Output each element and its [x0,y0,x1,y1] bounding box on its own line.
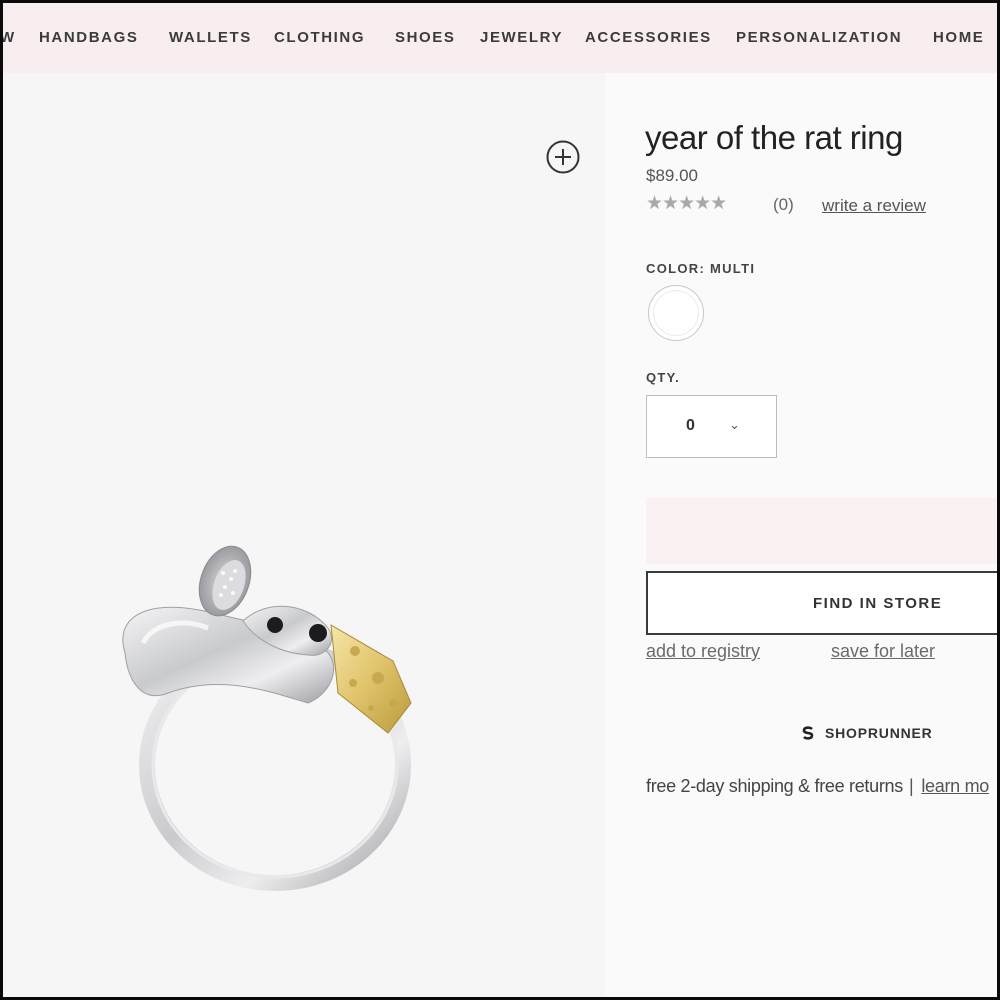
shoprunner-logo[interactable]: SHOPRUNNER [801,725,933,741]
nav-item-wallets[interactable]: WALLETS [169,29,252,46]
product-price: $89.00 [646,166,698,185]
nav-item-accessories[interactable]: ACCESSORIES [585,29,712,46]
nav-item-handbags[interactable]: HANDBAGS [39,29,138,46]
swatch-inner [653,290,699,336]
nav-item-new[interactable]: W [3,29,16,46]
nav-item-home[interactable]: HOME [933,29,984,46]
shipping-separator: | [908,776,914,796]
add-to-registry-link[interactable]: add to registry [646,641,760,662]
nav-item-jewelry[interactable]: JEWELRY [480,29,563,46]
nav-item-shoes[interactable]: SHOES [395,29,456,46]
chevron-down-icon: ⌄ [729,417,740,432]
nav-item-clothing[interactable]: CLOTHING [274,29,365,46]
color-label: COLOR: MULTI [646,261,756,276]
product-title: year of the rat ring [645,119,903,156]
shipping-info: free 2-day shipping & free returns | learn… [646,776,989,797]
quantity-select[interactable]: 0 ⌄ [646,395,777,458]
shoprunner-label: SHOPRUNNER [825,725,933,741]
nav-item-personalization[interactable]: PERSONALIZATION [736,29,902,46]
page-frame: W HANDBAGS WALLETS CLOTHING SHOES JEWELR… [3,3,997,997]
learn-more-link[interactable]: learn mo [921,776,989,796]
color-swatch-multi[interactable] [648,285,704,341]
find-in-store-label: FIND IN STORE [813,595,943,612]
save-for-later-link[interactable]: save for later [831,641,935,662]
shipping-text: free 2-day shipping & free returns [646,776,903,796]
find-in-store-button[interactable]: FIND IN STORE [646,571,997,635]
shoprunner-s-icon [802,726,814,740]
product-image-pane [3,73,605,997]
qty-label: QTY. [646,370,681,385]
add-to-bag-button[interactable] [646,498,997,564]
top-navigation: W HANDBAGS WALLETS CLOTHING SHOES JEWELR… [3,3,997,73]
quantity-value: 0 [686,417,695,434]
review-count: (0) [773,195,794,214]
write-review-link[interactable]: write a review [822,196,926,216]
star-rating-icon: ★★★★★ [646,193,727,214]
ring-product-image[interactable] [93,543,453,893]
zoom-plus-icon[interactable] [545,139,581,175]
